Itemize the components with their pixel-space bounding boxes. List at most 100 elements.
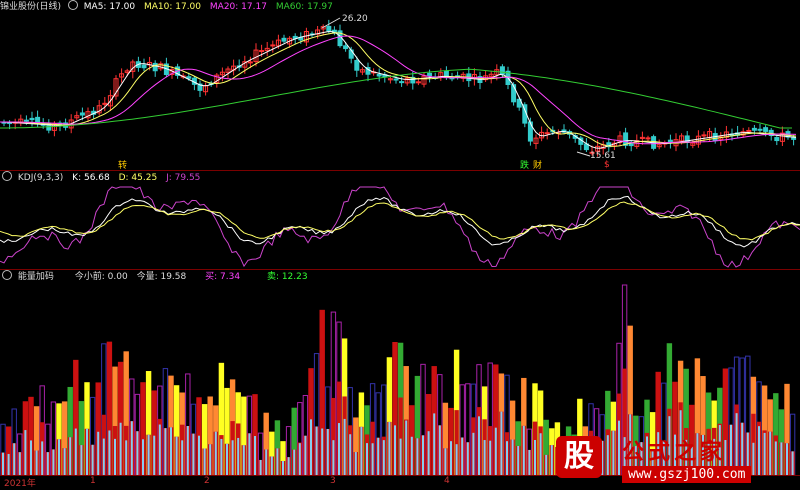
- volume-bar-inner: [321, 428, 324, 475]
- volume-bar-inner: [86, 428, 88, 475]
- volume-bar-inner: [242, 445, 245, 475]
- axis-tick-4: 4: [444, 476, 450, 486]
- candle-body: [247, 61, 253, 64]
- watermark-logo: 股: [556, 436, 602, 478]
- volume-bar-inner: [427, 431, 430, 475]
- volume-bar-inner: [175, 436, 178, 475]
- volume-bar-inner: [58, 439, 60, 475]
- volume-bar-inner: [293, 449, 296, 475]
- kdj-j-line: [0, 186, 800, 268]
- volume-bar-inner: [489, 440, 492, 475]
- candle-body: [281, 37, 287, 42]
- volume-bar-inner: [360, 426, 363, 475]
- kdj-k-line: [0, 195, 800, 248]
- volume-bar-inner: [461, 437, 464, 475]
- candle-body: [746, 129, 752, 132]
- candle-body: [751, 127, 757, 131]
- candle-body: [645, 137, 651, 140]
- kdj-chart: [0, 186, 800, 268]
- volume-bar-inner: [394, 425, 396, 475]
- volume-bar-inner: [142, 439, 144, 475]
- volume-bar-inner: [276, 448, 279, 475]
- volume-bar-inner: [315, 426, 318, 475]
- volume-bar-inner: [164, 428, 167, 475]
- volume-bar-inner: [539, 433, 542, 475]
- high-price-label: 26.20: [342, 14, 368, 24]
- volume-bar-inner: [136, 431, 139, 475]
- volume-bar-inner: [153, 435, 156, 475]
- volume-bar-inner: [287, 457, 290, 475]
- volume-bar-inner: [170, 427, 172, 475]
- watermark-url: www.gszj100.com: [622, 466, 752, 483]
- volume-bar-inner: [69, 437, 72, 475]
- volume-bar-inner: [265, 449, 268, 475]
- volume-bar-inner: [517, 445, 520, 475]
- volume-bar-inner: [7, 453, 10, 475]
- low-price-label: 15.61: [590, 151, 616, 161]
- volume-bar-inner: [349, 434, 352, 475]
- axis-tick-year: 2021年: [4, 479, 36, 489]
- candlestick-chart: [0, 17, 797, 157]
- candle-body: [791, 137, 797, 140]
- candle-body: [326, 25, 332, 32]
- candle-body: [152, 62, 158, 72]
- kdj-panel[interactable]: KDJ(9,3,3) K: 56.68 D: 45.25 J: 79.55: [0, 171, 800, 269]
- volume-bar-inner: [13, 443, 16, 475]
- candle-body: [701, 134, 707, 137]
- axis-tick-2: 2: [204, 476, 210, 486]
- volume-bar-inner: [147, 434, 150, 475]
- volume-bar-inner: [46, 452, 49, 475]
- volume-bar-inner: [41, 441, 44, 475]
- volume-bar-inner: [259, 459, 262, 475]
- volume-bar-inner: [366, 443, 368, 475]
- candle-body: [415, 81, 421, 84]
- candle-body: [399, 81, 405, 84]
- candle-body: [343, 45, 349, 50]
- volume-bar-inner: [80, 445, 83, 475]
- volume-bar-inner: [254, 436, 256, 475]
- candle-body: [757, 128, 763, 131]
- volume-bar-inner: [410, 436, 413, 475]
- main-chart-panel[interactable]: 锦业股份(日线) MA5: 17.00 MA10: 17.00 MA20: 17…: [0, 0, 800, 171]
- ma5-line: [0, 31, 797, 149]
- volume-bar-inner: [248, 433, 251, 475]
- volume-bar-inner: [91, 444, 94, 475]
- kdj-d-line: [0, 201, 800, 241]
- volume-bar-inner: [102, 438, 105, 475]
- volume-bar-inner: [203, 448, 206, 475]
- volume-bar-inner: [298, 443, 301, 475]
- volume-bar-inner: [444, 448, 447, 475]
- volume-bar-inner: [433, 413, 436, 475]
- volume-bar-inner: [181, 440, 184, 475]
- candle-body: [29, 117, 35, 121]
- volume-bar-inner: [97, 431, 100, 475]
- volume-bar-inner: [343, 418, 346, 475]
- volume-bar-inner: [304, 435, 307, 475]
- candle-body: [544, 132, 550, 135]
- volume-bar-inner: [522, 425, 525, 475]
- volume-bar-inner: [130, 421, 133, 475]
- signal-mark-dollar: $: [604, 160, 610, 170]
- volume-bar-inner: [500, 411, 503, 475]
- volume-bar-inner: [310, 419, 312, 475]
- candle-body: [270, 44, 276, 47]
- candle-body: [186, 76, 192, 79]
- volume-bar-inner: [528, 449, 531, 475]
- volume-bar-inner: [354, 452, 357, 475]
- volume-bar-inner: [209, 444, 212, 475]
- volume-bar-inner: [455, 444, 458, 475]
- volume-bar-inner: [214, 431, 217, 475]
- volume-bar-inner: [2, 452, 4, 475]
- volume-bar-inner: [74, 428, 77, 475]
- volume-bar-inner: [119, 422, 122, 475]
- volume-bar-inner: [326, 428, 329, 475]
- volume-bar-inner: [198, 435, 200, 475]
- volume-bar-inner: [438, 425, 441, 475]
- volume-bar-inner: [422, 435, 424, 475]
- volume-bar-inner: [24, 430, 27, 475]
- volume-bar-inner: [466, 442, 469, 475]
- candle-body: [763, 127, 769, 132]
- volume-bar-inner: [506, 441, 508, 475]
- volume-bar-inner: [472, 432, 475, 475]
- candle-body: [376, 73, 382, 77]
